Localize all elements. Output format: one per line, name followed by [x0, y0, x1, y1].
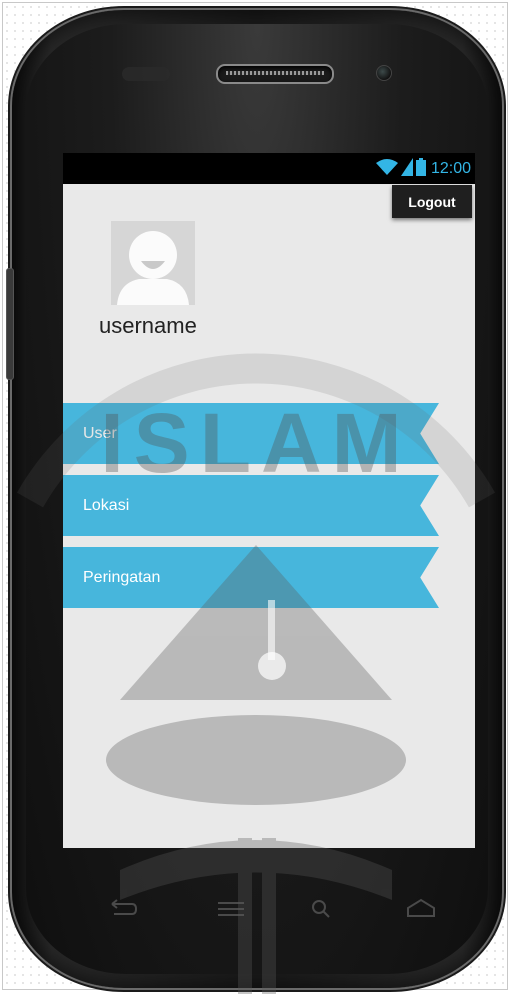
status-bar: 12:00: [63, 153, 475, 184]
menu-item-label: Peringatan: [83, 568, 161, 586]
clock: 12:00: [430, 160, 471, 177]
menu-item-lokasi[interactable]: Lokasi: [63, 475, 439, 536]
side-volume-button: [6, 268, 14, 380]
search-icon[interactable]: [304, 896, 338, 922]
menu-item-user[interactable]: User: [63, 403, 439, 464]
wifi-icon: [375, 158, 398, 181]
status-icons: 12:00: [375, 157, 471, 181]
proximity-sensor: [122, 67, 170, 81]
menu-item-label: Lokasi: [83, 496, 130, 514]
default-avatar-icon[interactable]: [111, 221, 195, 305]
front-camera: [376, 65, 392, 81]
menu-item-peringatan[interactable]: Peringatan: [63, 547, 439, 608]
home-icon[interactable]: [404, 896, 438, 922]
back-icon[interactable]: [106, 896, 140, 922]
menu-item-label: User: [83, 424, 117, 442]
menu-icon[interactable]: [214, 896, 248, 922]
username-label: username: [99, 313, 197, 338]
app-screen: 12:00 Logout username User Lokasi Pering…: [63, 153, 475, 848]
battery-icon: [415, 157, 426, 181]
navigation-bar: [64, 880, 476, 940]
logout-button[interactable]: Logout: [392, 185, 472, 218]
earpiece-speaker: [216, 64, 334, 84]
signal-icon: [400, 157, 413, 181]
